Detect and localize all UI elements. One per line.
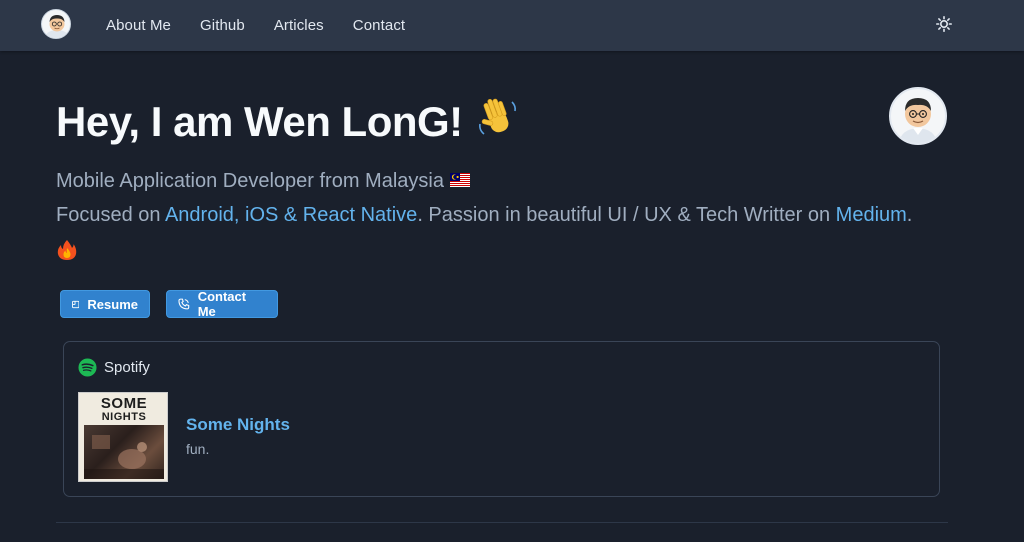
phone-icon xyxy=(178,298,190,310)
album-art-photo xyxy=(84,425,164,479)
hero-title-text: Hey, I am Wen LonG! xyxy=(56,98,463,145)
album-art-title-line-1: SOME xyxy=(100,395,148,412)
artist-name: fun. xyxy=(186,441,210,457)
resume-button-label: Resume xyxy=(87,296,138,312)
fire-icon xyxy=(57,239,77,266)
document-icon xyxy=(72,300,80,308)
top-navbar: About Me Github Articles Contact xyxy=(0,0,1024,51)
focus-prefix: Focused on xyxy=(56,204,165,226)
theme-toggle-button[interactable] xyxy=(934,14,954,34)
spotify-header: Spotify xyxy=(78,358,150,377)
platforms-link[interactable]: Android, iOS & React Native xyxy=(165,204,417,226)
nav-articles[interactable]: Articles xyxy=(274,17,324,34)
nav-github[interactable]: Github xyxy=(200,17,245,34)
spotify-icon xyxy=(78,358,97,377)
song-title-link[interactable]: Some Nights xyxy=(186,415,290,435)
contact-me-button[interactable]: Contact Me xyxy=(166,289,278,319)
hero-focus-line: Focused on Android, iOS & React Native. … xyxy=(56,204,912,227)
section-divider xyxy=(56,522,948,523)
avatar-icon xyxy=(46,15,68,38)
sun-icon xyxy=(936,16,952,32)
album-art-title-line-2: NIGHTS xyxy=(101,411,147,423)
focus-middle: . Passion in beautiful UI / UX & Tech Wr… xyxy=(417,204,836,226)
nav-avatar[interactable] xyxy=(41,9,71,39)
nav-contact[interactable]: Contact xyxy=(353,17,405,34)
hero-subtitle: Mobile Application Developer from Malays… xyxy=(56,170,470,193)
medium-link[interactable]: Medium xyxy=(836,204,907,226)
spotify-card: Spotify SOME NIGHTS Some Nights fun. xyxy=(63,341,940,497)
hero-avatar xyxy=(889,87,947,145)
album-art[interactable]: SOME NIGHTS xyxy=(78,392,168,482)
wave-icon xyxy=(475,94,521,150)
spotify-label: Spotify xyxy=(104,359,150,376)
resume-button[interactable]: Resume xyxy=(60,290,150,318)
hero-title: Hey, I am Wen LonG! xyxy=(56,94,521,150)
avatar-icon xyxy=(899,98,937,143)
malaysia-flag-icon xyxy=(449,170,470,193)
subtitle-text: Mobile Application Developer from Malays… xyxy=(56,170,444,192)
contact-button-label: Contact Me xyxy=(197,289,247,319)
focus-suffix: . xyxy=(906,204,913,226)
nav-about-me[interactable]: About Me xyxy=(106,17,171,34)
nav-links: About Me Github Articles Contact xyxy=(106,0,434,51)
